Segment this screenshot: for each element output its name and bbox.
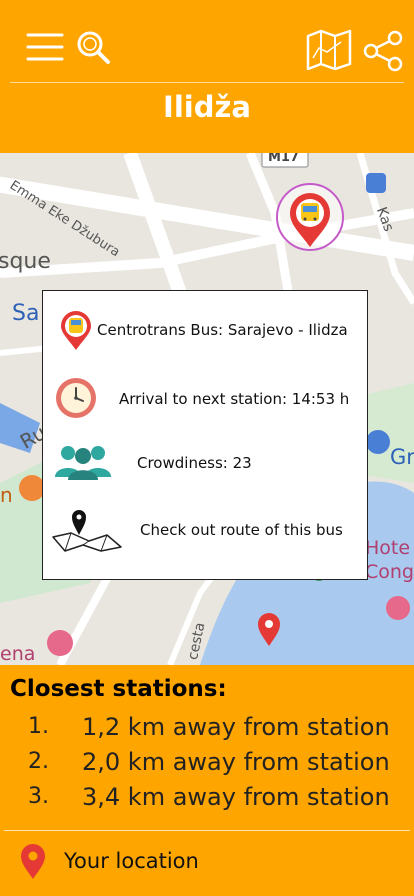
people-icon xyxy=(53,443,113,481)
map-label: ena xyxy=(0,643,36,665)
crowdiness-row: Crowdiness: 23 xyxy=(43,443,367,481)
clock-icon xyxy=(55,377,97,419)
road-badge: M17 xyxy=(268,153,300,165)
search-icon[interactable] xyxy=(76,30,112,66)
page-title: Ilidža xyxy=(163,90,251,124)
map-icon[interactable] xyxy=(305,28,353,71)
station-item[interactable]: 2,0 km away from station xyxy=(82,748,390,776)
map-label: sque xyxy=(0,249,51,274)
bus-marker[interactable] xyxy=(276,183,344,253)
stations-title: Closest stations: xyxy=(10,676,227,702)
station-item[interactable]: 3,4 km away from station xyxy=(82,783,390,811)
menu-icon[interactable] xyxy=(26,32,64,62)
bus-name-row: Centrotrans Bus: Sarajevo - Ilidza xyxy=(43,311,367,351)
bus-info-popup: Centrotrans Bus: Sarajevo - Ilidza Arriv… xyxy=(42,290,368,580)
your-location-label[interactable]: Your location xyxy=(64,849,199,873)
location-marker-icon xyxy=(20,844,46,880)
your-location-row[interactable] xyxy=(0,838,414,888)
share-icon[interactable] xyxy=(363,30,405,72)
arrival-row: Arrival to next station: 14:53 h xyxy=(43,377,367,419)
route-row[interactable]: Check out route of this bus xyxy=(43,507,367,553)
map-label: Cong xyxy=(365,561,414,583)
station-number: 2. xyxy=(28,749,49,774)
map-label: Sa xyxy=(12,301,40,326)
location-pin-icon[interactable] xyxy=(257,613,281,647)
footer-divider xyxy=(4,830,410,831)
header-divider xyxy=(10,82,404,83)
station-number: 1. xyxy=(28,714,49,739)
station-number: 3. xyxy=(28,784,49,809)
crowdiness-text: Crowdiness: 23 xyxy=(137,454,252,472)
station-item[interactable]: 1,2 km away from station xyxy=(82,713,390,741)
route-link[interactable]: Check out route of this bus xyxy=(140,521,343,539)
bus-pin-icon xyxy=(59,311,93,351)
map-label: n xyxy=(0,483,13,507)
arrival-text: Arrival to next station: 14:53 h xyxy=(119,390,350,408)
map-label: Gr xyxy=(390,445,414,469)
map-label: Hote xyxy=(365,537,411,559)
bus-name: Centrotrans Bus: Sarajevo - Ilidza xyxy=(97,321,348,339)
app-header: Ilidža xyxy=(0,0,414,153)
route-map-icon xyxy=(49,507,125,553)
